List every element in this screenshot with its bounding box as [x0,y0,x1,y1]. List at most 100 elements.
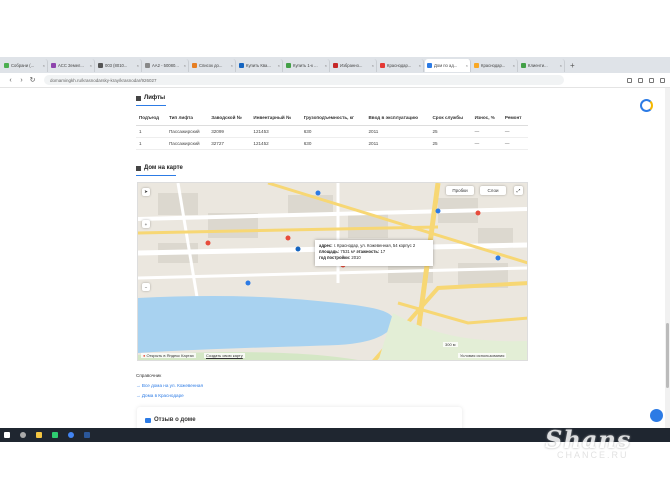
back-icon[interactable]: ‹ [5,77,16,84]
tab-close-icon[interactable]: × [231,63,233,68]
column-header: Тип лифта [165,111,209,126]
start-icon[interactable] [4,432,10,438]
browser-tab[interactable]: Купить 1-к ... × [284,58,330,72]
geolocation-icon[interactable]: ➤ [142,188,150,196]
tab-close-icon[interactable]: × [513,63,515,68]
table-cell: Пассажирский [165,125,209,138]
table-cell: 1 [136,125,166,138]
table-cell: — [471,137,502,150]
screenshot: Собрани (... × ACC Земел... × 003 (8010... × A… [0,0,670,503]
scrollbar-thumb[interactable] [666,323,669,388]
map-underline [136,175,176,176]
browser-tab[interactable]: Купить Ква... × [237,58,283,72]
tab-label: AA2 - 50080... [152,62,179,68]
fullscreen-icon[interactable]: ⤢ [514,186,523,195]
address-bar[interactable]: domamingkh.ru/krasnodarsky-kray/krasnoda… [44,75,564,85]
elevator-icon [136,95,141,101]
browser-tab[interactable]: Собрани (... × [2,58,48,72]
table-cell: Пассажирский [165,137,209,150]
map-terms-link[interactable]: Условия использования [458,353,507,358]
extensions-icon[interactable] [649,77,654,83]
watermark: Shans CHANCE.RU [545,425,665,470]
tab-label: Купить Ква... [246,62,271,68]
column-header: Срок службы [429,111,472,126]
browser-tab[interactable]: Краснодар... × [378,58,424,72]
table-cell: 25 [429,125,472,138]
table-cell: 32727 [208,137,251,150]
yandex-map[interactable]: ➤ + − Пробки Слои ⤢ адрес: г. Краснодар,… [137,182,528,361]
tab-close-icon[interactable]: × [90,63,92,68]
bookmark-icon[interactable] [638,77,643,83]
tab-favicon-icon [380,62,385,68]
browser-tab[interactable]: 003 (8010... × [96,58,142,72]
tab-label: Собрани (... [11,62,35,68]
forward-icon[interactable]: › [16,77,27,84]
table-cell: 25 [429,137,472,150]
browser-tab[interactable]: Краснодар... × [472,58,518,72]
table-cell: 630 [300,137,366,150]
browser-tab[interactable]: Список до... × [190,58,236,72]
table-cell: 32099 [208,125,251,138]
tab-favicon-icon [427,62,432,68]
popup-address: г. Краснодар, ул. Кожевенная, 54 корпус … [333,243,416,248]
app-icon[interactable] [52,432,58,438]
browser-tab[interactable]: AA2 - 50080... × [143,58,189,72]
column-header: Ремонт [501,111,528,126]
tab-label: Купить 1-к ... [293,62,318,68]
tab-close-icon[interactable]: × [137,63,139,68]
open-yandex-link[interactable]: ● Открыть в Яндекс Картах [141,353,196,358]
browser-tab[interactable]: Дом по ад... × [425,58,471,72]
tab-label: Список до... [199,62,223,68]
tab-close-icon[interactable]: × [325,63,327,68]
create-map-link[interactable]: Создать свою карту [204,353,245,358]
reference-block: Справочник → Все дома на ул. Кожевенная … [136,371,203,401]
page-content: Лифты Подъезд Тип лифта Заводской № Инвента… [0,88,670,442]
link-street-houses[interactable]: → Все дома на ул. Кожевенная [136,381,203,391]
tab-close-icon[interactable]: × [43,63,45,68]
column-header: Инвентарный № [250,111,301,126]
column-header: Грузоподъемность, кг [300,111,366,126]
table-cell: 1 [136,137,166,150]
tab-favicon-icon [474,62,479,68]
layers-button[interactable]: Слои [480,186,506,195]
tab-close-icon[interactable]: × [560,63,562,68]
new-tab-button[interactable]: + [570,61,575,70]
search-icon[interactable] [20,432,26,438]
chat-button[interactable] [650,409,663,422]
popup-area: 7531 м² [340,249,356,254]
traffic-button[interactable]: Пробки [446,186,474,195]
loader-icon [640,99,653,112]
yandex-logo-icon: ● [143,353,146,358]
menu-icon[interactable] [660,77,665,83]
page-scrollbar[interactable] [665,88,670,442]
folder-icon[interactable] [36,432,42,438]
tab-label: Избраннo... [340,62,363,68]
tab-close-icon[interactable]: × [372,63,374,68]
review-heading: Отзыв о доме [145,417,196,423]
browser-tab[interactable]: Клиенти... × [519,58,565,72]
share-icon[interactable] [627,77,632,83]
tab-favicon-icon [51,62,56,68]
column-header: Ввод в эксплуатацию [365,111,430,126]
browser-tab[interactable]: ACC Земел... × [49,58,95,72]
table-cell: 2011 [365,137,430,150]
link-city-houses[interactable]: → Дома в Краснодаре [136,391,203,401]
word-icon[interactable] [84,432,90,438]
house-popup: адрес: г. Краснодар, ул. Кожевенная, 54 … [315,240,433,266]
map-canvas[interactable] [138,183,528,361]
lifts-table: Подъезд Тип лифта Заводской № Инвентарный №… [136,111,528,150]
zoom-in-button[interactable]: + [142,220,150,228]
tab-close-icon[interactable]: × [278,63,280,68]
chrome-icon[interactable] [68,432,74,438]
browser-tab[interactable]: Избраннo... × [331,58,377,72]
tab-label: Краснодар... [481,62,506,68]
tab-favicon-icon [98,62,103,68]
tab-close-icon[interactable]: × [184,63,186,68]
popup-area-label: площадь: [319,249,340,254]
tab-close-icon[interactable]: × [466,63,468,68]
browser-window: Собрани (... × ACC Земел... × 003 (8010... × A… [0,57,670,442]
tab-close-icon[interactable]: × [419,63,421,68]
reload-icon[interactable]: ↻ [27,76,38,84]
review-title: Отзыв о доме [154,417,196,423]
zoom-out-button[interactable]: − [142,283,150,291]
